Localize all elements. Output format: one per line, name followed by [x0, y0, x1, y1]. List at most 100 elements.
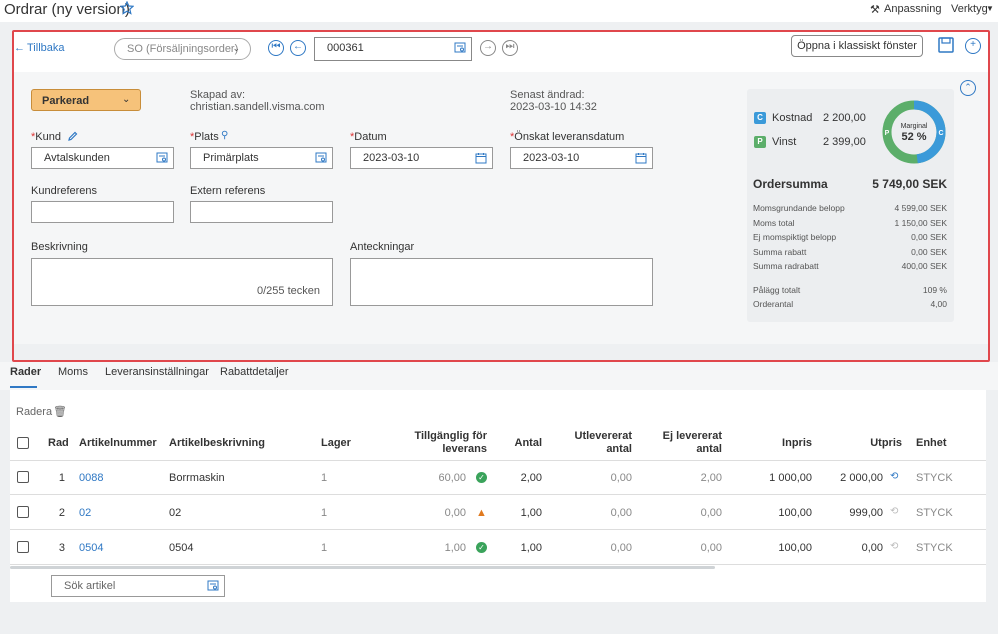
col-delivered-line1[interactable]: Utlevererat [562, 430, 632, 442]
table-row[interactable]: 1 0088 Borrmaskin 1 60,00 2,00 0,00 2,00 1 000,0… [10, 460, 986, 495]
margin-donut: Marginal 52 % P C [882, 100, 946, 164]
price-refresh-icon[interactable]: ⟲ [890, 506, 898, 517]
previous-record-icon[interactable]: ← [290, 40, 306, 56]
tab-delivery-settings[interactable]: Leveransinställningar [105, 366, 209, 378]
col-available-line2[interactable]: leverans [409, 443, 487, 455]
table-row[interactable]: 2 02 02 1 0,00 1,00 0,00 0,00 100,00 999,00 STYCK ▲… [10, 495, 986, 530]
calendar-icon[interactable] [635, 152, 647, 164]
col-delivered-line2[interactable]: antal [562, 443, 632, 455]
delivery-date-value: 2023-03-10 [523, 152, 580, 164]
date-label: *Datum [350, 131, 387, 143]
cell-utpris: 0,00 [861, 542, 883, 554]
add-icon[interactable]: + [965, 38, 981, 54]
cell-artnr[interactable]: 0088 [79, 472, 139, 484]
tab-vat[interactable]: Moms [58, 366, 88, 378]
external-ref-input[interactable] [190, 201, 333, 223]
customer-ref-input[interactable] [31, 201, 174, 223]
col-quantity[interactable]: Antal [492, 437, 543, 449]
cell-antal: 1,00 [520, 507, 542, 519]
col-item-number[interactable]: Artikelnummer [79, 437, 157, 449]
cell-artnr[interactable]: 02 [79, 507, 139, 519]
summary-row: Pålägg totalt 109 % [753, 285, 947, 295]
date-input[interactable]: 2023-03-10 [350, 147, 493, 169]
customer-input[interactable]: Avtalskunden [31, 147, 174, 169]
save-icon[interactable] [938, 37, 954, 53]
row-checkbox[interactable] [17, 471, 29, 483]
warning-icon: ▲ [476, 507, 487, 519]
lookup-icon[interactable] [454, 42, 466, 54]
delete-button[interactable]: Radera [16, 406, 52, 418]
next-record-icon[interactable]: → [480, 40, 496, 56]
last-record-icon[interactable]: ⏭ [502, 40, 518, 56]
col-unit[interactable]: Enhet [916, 437, 947, 449]
cost-label: Kostnad [772, 112, 813, 124]
col-rad[interactable]: Rad [48, 437, 69, 449]
lookup-icon[interactable] [315, 152, 327, 164]
summary-row: Orderantal 4,00 [753, 299, 947, 309]
notes-textarea[interactable] [350, 258, 653, 306]
summary-row-label: Orderantal [753, 299, 794, 309]
first-record-icon[interactable]: ⏮ [268, 40, 284, 56]
price-refresh-icon[interactable]: ⟲ [890, 471, 898, 482]
delivery-date-input[interactable]: 2023-03-10 [510, 147, 653, 169]
summary-row-value: 1 150,00 SEK [894, 217, 947, 228]
cell-lager: 1 [321, 472, 328, 484]
horizontal-scrollbar[interactable] [10, 566, 715, 569]
order-type-select[interactable]: SO (Försäljningsorder) ⌄ [114, 38, 251, 60]
profit-ring-letter: P [885, 130, 890, 137]
tab-rows[interactable]: Rader [10, 366, 41, 378]
favorite-star-icon[interactable] [120, 1, 134, 15]
cell-artnr[interactable]: 0504 [79, 542, 139, 554]
col-cost-price[interactable]: Inpris [752, 437, 812, 449]
cell-ejlev: 2,00 [700, 472, 722, 484]
customize-menu[interactable]: Anpassning [884, 3, 942, 15]
col-not-delivered-line2[interactable]: antal [642, 443, 722, 455]
page-title: Ordrar (ny version) [4, 1, 130, 18]
created-by-label: Skapad av: [190, 89, 246, 101]
status-dropdown[interactable]: Parkerad ⌄ [31, 89, 141, 111]
calendar-icon[interactable] [475, 152, 487, 164]
price-refresh-icon[interactable]: ⟲ [890, 541, 898, 552]
col-sales-price[interactable]: Utpris [832, 437, 902, 449]
edit-pencil-icon[interactable] [67, 131, 78, 142]
profit-value: 2 399,00 [823, 136, 866, 148]
order-number-input[interactable]: 000361 [314, 37, 472, 61]
cell-rad: 3 [58, 542, 65, 554]
lookup-icon[interactable] [156, 152, 168, 164]
select-all-checkbox[interactable] [17, 437, 29, 449]
cell-rad: 2 [58, 507, 65, 519]
cell-avail: 60,00 [438, 472, 466, 484]
collapse-icon[interactable]: ⌃ [960, 80, 976, 96]
cell-inpris: 1 000,00 [769, 472, 812, 484]
description-textarea[interactable]: 0/255 tecken [31, 258, 333, 306]
delivery-date-label: *Önskat leveransdatum [510, 131, 625, 143]
back-link[interactable]: Tillbaka [27, 42, 65, 54]
chevron-down-icon: ▼ [986, 4, 994, 13]
summary-row-label: Momsgrundande belopp [753, 203, 845, 213]
summary-row-label: Pålägg totalt [753, 285, 801, 295]
cell-enhet: STYCK [916, 542, 953, 554]
summary-row-label: Summa radrabatt [753, 261, 819, 271]
order-lines-grid: Radera 🗑 Rad Artikelnummer Artikelbeskri… [10, 390, 986, 602]
cell-inpris: 100,00 [778, 542, 812, 554]
customize-icon: ⚒ [870, 4, 880, 16]
article-search-input[interactable]: Sök artikel [51, 575, 225, 597]
tools-menu[interactable]: Verktyg [951, 3, 988, 15]
col-item-description[interactable]: Artikelbeskrivning [169, 437, 265, 449]
map-pin-icon: ⚲ [221, 130, 229, 141]
col-available-line1[interactable]: Tillgänglig för [409, 430, 487, 442]
row-checkbox[interactable] [17, 541, 29, 553]
tab-bar: Rader Moms Leveransinställningar Rabattd… [0, 362, 998, 390]
tab-discount-details[interactable]: Rabattdetaljer [220, 366, 289, 378]
trash-icon[interactable]: 🗑 [53, 405, 67, 418]
cell-avail: 1,00 [444, 542, 466, 554]
col-warehouse[interactable]: Lager [321, 437, 351, 449]
row-checkbox[interactable] [17, 506, 29, 518]
col-not-delivered-line1[interactable]: Ej levererat [642, 430, 722, 442]
lookup-icon[interactable] [207, 580, 219, 592]
table-row[interactable]: 3 0504 0504 1 1,00 1,00 0,00 0,00 100,00 0,00 STYC… [10, 530, 986, 565]
location-input[interactable]: Primärplats [190, 147, 333, 169]
open-classic-window-button[interactable]: Öppna i klassiskt fönster [791, 35, 923, 57]
date-value: 2023-03-10 [363, 152, 420, 164]
cell-lager: 1 [321, 507, 328, 519]
